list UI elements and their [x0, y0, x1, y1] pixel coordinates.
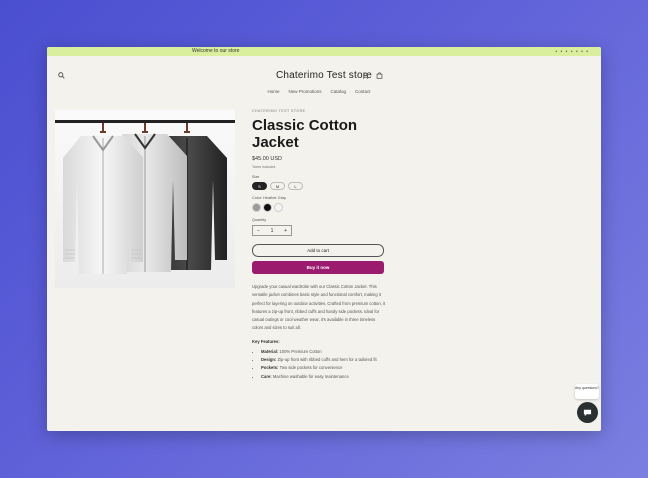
product-description: Upgrade your casual wardrobe with our Cl…: [252, 284, 386, 331]
feature-name: Pockets:: [261, 365, 279, 371]
product-info: CHATERIMO TEST STORE Classic Cotton Jack…: [252, 109, 387, 381]
main-nav: Home New Promotions Catalog Contact: [47, 89, 601, 94]
features-list: Material: 100% Premium Cotton Design: Zi…: [252, 348, 387, 381]
size-option-l[interactable]: L: [288, 182, 303, 190]
feature-name: Material:: [261, 348, 279, 354]
quantity-label: Quantity: [252, 218, 267, 222]
add-to-cart-button[interactable]: Add to cart: [252, 244, 384, 257]
size-selector: S M L: [252, 182, 387, 190]
size-label: Size: [252, 175, 260, 179]
feature-text: Zip-up front with ribbed cuffs and hem f…: [277, 357, 377, 363]
nav-item-home[interactable]: Home: [267, 89, 279, 94]
feature-text: 100% Premium Cotton: [279, 348, 322, 354]
bag-icon[interactable]: [376, 72, 383, 81]
nav-item-catalog[interactable]: Catalog: [331, 89, 347, 94]
size-option-m[interactable]: M: [270, 182, 285, 190]
list-item: Material: 100% Premium Cotton: [261, 348, 387, 356]
size-option-s[interactable]: S: [252, 182, 267, 190]
color-label: Color: Heather Gray: [252, 196, 286, 200]
product-image[interactable]: [55, 110, 235, 288]
color-swatch-gray[interactable]: [252, 203, 261, 212]
feature-name: Design:: [261, 357, 277, 363]
tax-note: Taxes included.: [252, 165, 277, 169]
announcement-pager[interactable]: • • • • • • •: [555, 49, 589, 55]
site-header: Chaterimo Test store: [47, 56, 601, 86]
product-vendor: CHATERIMO TEST STORE: [252, 109, 306, 113]
user-icon[interactable]: [362, 72, 369, 81]
list-item: Design: Zip-up front with ribbed cuffs a…: [261, 356, 387, 364]
announcement-bar: Welcome to our store • • • • • • •: [47, 47, 601, 56]
quantity-stepper: − 1 +: [252, 225, 292, 236]
announcement-message: Welcome to our store: [192, 48, 240, 54]
browser-window: Welcome to our store • • • • • • • Chate…: [47, 47, 601, 431]
feature-text: Machine washable for easy maintenance: [272, 373, 349, 379]
color-swatch-black[interactable]: [263, 203, 272, 212]
list-item: Care: Machine washable for easy maintena…: [261, 373, 387, 381]
chat-bubble-icon[interactable]: [577, 402, 598, 423]
feature-name: Care:: [261, 373, 272, 379]
list-item: Pockets: Two side pockets for convenienc…: [261, 364, 387, 372]
store-logo[interactable]: Chaterimo Test store: [47, 70, 601, 81]
features-title: Key Features:: [252, 338, 280, 344]
qty-decrease-button[interactable]: −: [257, 228, 260, 234]
qty-increase-button[interactable]: +: [284, 228, 287, 234]
color-swatch-white[interactable]: [274, 203, 283, 212]
nav-item-new-promotions[interactable]: New Promotions: [288, 89, 321, 94]
product-title: Classic Cotton Jacket: [252, 117, 358, 151]
qty-value[interactable]: 1: [271, 228, 274, 234]
product-price: $45.00 USD: [252, 156, 282, 162]
nav-item-contact[interactable]: Contact: [355, 89, 371, 94]
chat-prompt[interactable]: Any questions?: [575, 384, 599, 399]
feature-text: Two side pockets for convenience: [279, 365, 343, 371]
color-selector: [252, 203, 387, 212]
buy-now-button[interactable]: Buy it now: [252, 261, 384, 274]
